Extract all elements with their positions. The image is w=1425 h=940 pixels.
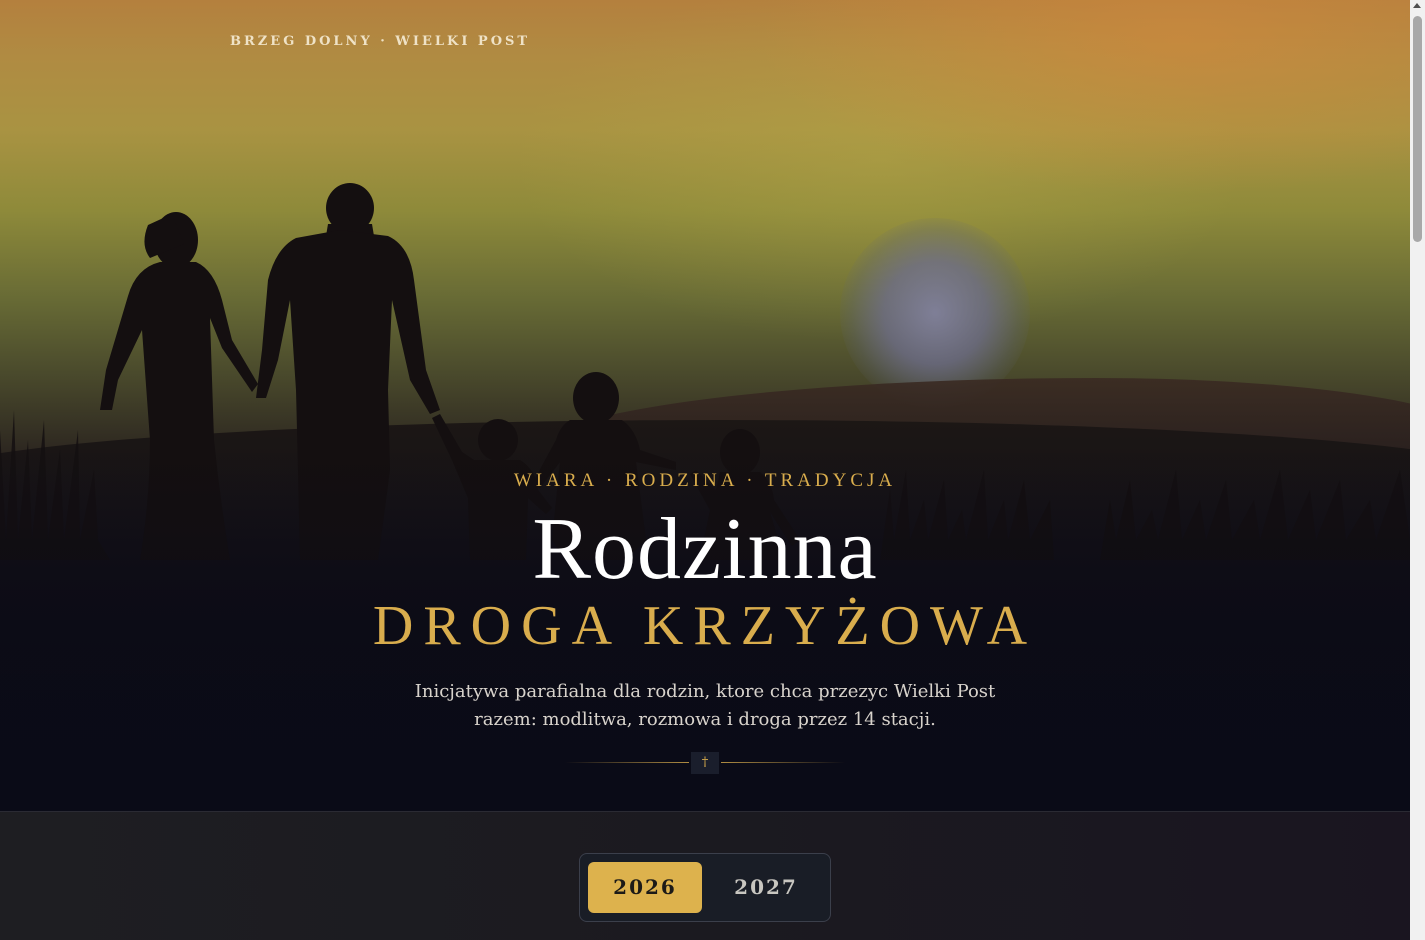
year-2026-button[interactable]: 2026	[588, 862, 702, 913]
year-switch: 2026 2027	[579, 853, 831, 922]
year-2027-button[interactable]: 2027	[709, 862, 823, 913]
hero-lead: Inicjatywa parafialna dla rodzin, ktore …	[385, 678, 1025, 734]
hero-subtitle: DROGA KRZYŻOWA	[372, 595, 1038, 657]
ornament-divider: †	[565, 752, 845, 774]
divider-line-left	[565, 762, 689, 763]
hero-content: WIARA · RODZINA · TRADYCJA Rodzinna DROG…	[0, 470, 1410, 734]
year-section: 2026 2027	[0, 811, 1410, 940]
vertical-scrollbar[interactable]	[1410, 0, 1425, 940]
cross-icon: †	[691, 752, 719, 774]
scrollbar-thumb[interactable]	[1413, 16, 1422, 242]
divider-line-right	[721, 762, 845, 763]
hero-lead-line-2: razem: modlitwa, rozmowa i droga przez 1…	[474, 709, 936, 730]
hero-lead-line-1: Inicjatywa parafialna dla rodzin, ktore …	[414, 681, 996, 702]
hero-tagline: WIARA · RODZINA · TRADYCJA	[513, 470, 897, 491]
location-label: BRZEG DOLNY · WIELKI POST	[230, 34, 531, 49]
page: BRZEG DOLNY · WIELKI POST WIARA · RODZIN…	[0, 0, 1425, 940]
hero-section: BRZEG DOLNY · WIELKI POST WIARA · RODZIN…	[0, 0, 1410, 811]
hero-title: Rodzinna	[532, 501, 878, 598]
scroll-up-arrow-icon[interactable]	[1413, 3, 1421, 8]
